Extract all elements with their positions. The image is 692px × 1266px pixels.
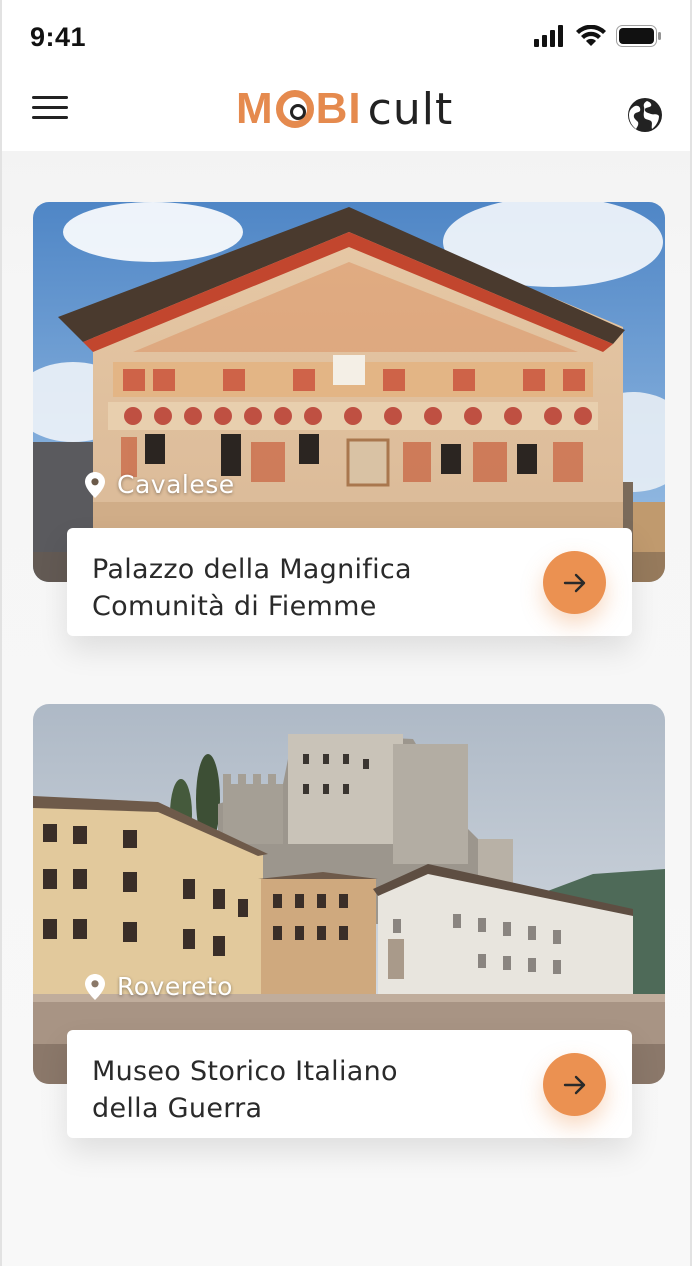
status-bar: 9:41 bbox=[2, 0, 690, 76]
card-title-line: Comunità di Fiemme bbox=[92, 591, 377, 622]
place-card[interactable]: Rovereto Museo Storico Italiano della Gu… bbox=[33, 704, 665, 1138]
wifi-icon bbox=[576, 25, 606, 46]
phone-screen: 9:41 M BI cult Cavalese Palazzo della Ma… bbox=[0, 0, 692, 1266]
arrow-right-icon bbox=[563, 1075, 585, 1094]
arrow-right-button[interactable] bbox=[543, 551, 606, 614]
card-title-line: della Guerra bbox=[92, 1093, 263, 1124]
battery-icon bbox=[616, 25, 661, 47]
card-title-panel[interactable]: Palazzo della Magnifica Comunità di Fiem… bbox=[67, 528, 632, 636]
logo-text-m: M bbox=[236, 84, 274, 133]
hamburger-menu-icon[interactable] bbox=[32, 96, 68, 122]
globe-icon[interactable] bbox=[626, 96, 664, 134]
card-location: Cavalese bbox=[85, 470, 235, 499]
logo-mobi: M BI bbox=[236, 84, 362, 134]
card-image-castle bbox=[33, 704, 665, 1084]
card-title-line: Museo Storico Italiano bbox=[92, 1056, 398, 1087]
card-title: Palazzo della Magnifica Comunità di Fiem… bbox=[92, 551, 512, 625]
logo-cult: cult bbox=[367, 83, 454, 135]
card-location-label: Rovereto bbox=[117, 972, 233, 1001]
arrow-right-icon bbox=[563, 573, 585, 592]
card-location: Rovereto bbox=[85, 972, 233, 1001]
logo-text-bi: BI bbox=[315, 84, 362, 133]
app-logo: M BI cult bbox=[236, 83, 454, 135]
signal-icon bbox=[534, 25, 563, 47]
card-title-line: Palazzo della Magnifica bbox=[92, 554, 412, 585]
status-time: 9:41 bbox=[30, 22, 87, 52]
location-pin-icon bbox=[85, 973, 105, 1000]
place-card[interactable]: Cavalese Palazzo della Magnifica Comunit… bbox=[33, 202, 665, 636]
card-title-panel[interactable]: Museo Storico Italiano della Guerra bbox=[67, 1030, 632, 1138]
arrow-right-button[interactable] bbox=[543, 1053, 606, 1116]
card-image-painted-palace bbox=[33, 202, 665, 582]
card-title: Museo Storico Italiano della Guerra bbox=[92, 1053, 512, 1127]
card-location-label: Cavalese bbox=[117, 470, 235, 499]
status-icons bbox=[534, 24, 662, 48]
location-pin-icon bbox=[85, 471, 105, 498]
logo-o-mark bbox=[275, 90, 314, 128]
app-header: M BI cult bbox=[2, 76, 690, 151]
